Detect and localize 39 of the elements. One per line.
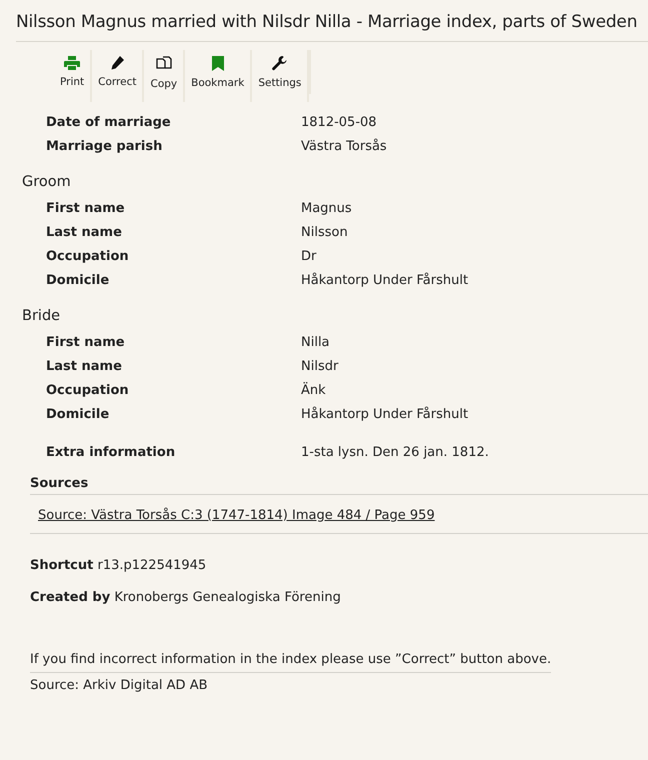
- field-label: Domicile: [46, 406, 110, 422]
- field-label: First name: [46, 200, 126, 216]
- field-label: Marriage parish: [46, 138, 164, 154]
- section-heading: Bride: [22, 308, 62, 324]
- field-label: Domicile: [46, 272, 110, 288]
- field-value: Västra Torsås: [301, 138, 388, 154]
- field-label: Extra information: [46, 444, 176, 460]
- printer-icon: [64, 56, 80, 70]
- sources-heading: Sources: [30, 476, 648, 495]
- footer-text: Source: Arkiv Digital AD AB: [30, 678, 209, 693]
- wrench-icon: [272, 56, 288, 71]
- field-value: Änk: [301, 382, 327, 398]
- field-label: First name: [46, 334, 126, 350]
- field-label: Last name: [46, 358, 123, 374]
- page-title: Nilsson Magnus married with Nilsdr Nilla - Marriage index, parts of Sweden: [16, 0, 648, 42]
- field-value: Håkantorp Under Fårshult: [301, 406, 470, 422]
- field-label: Occupation: [46, 382, 130, 398]
- bookmark-button[interactable]: Bookmark: [185, 50, 252, 102]
- field-value: Dr: [301, 248, 318, 264]
- field-value: 1812-05-08: [301, 114, 378, 130]
- shortcut-text: Shortcut r13.p122541945: [30, 558, 208, 573]
- print-button[interactable]: Print: [54, 50, 92, 102]
- section-heading: Groom: [22, 174, 72, 190]
- field-label: Occupation: [46, 248, 130, 264]
- field-value: Magnus: [301, 200, 353, 216]
- field-value: Håkantorp Under Fårshult: [301, 272, 470, 288]
- field-value: 1-sta lysn. Den 26 jan. 1812.: [301, 444, 490, 460]
- source-link[interactable]: Source: Västra Torsås C:3 (1747-1814) Image 484 / Page 959: [38, 508, 435, 523]
- bookmark-icon: [212, 56, 224, 71]
- field-value: Nilsdr: [301, 358, 340, 374]
- pencil-icon: [110, 56, 124, 70]
- notice-text: If you find incorrect information in the index please use ”Correct” button above.: [30, 652, 552, 673]
- created-by-text: Created by Kronobergs Genealogiska Förening: [30, 590, 342, 605]
- field-label: Date of marriage: [46, 114, 172, 130]
- field-value: Nilla: [301, 334, 331, 350]
- edit-button[interactable]: Correct: [92, 50, 144, 102]
- copy-button[interactable]: Copy: [144, 50, 186, 102]
- field-label: Last name: [46, 224, 123, 240]
- field-value: Nilsson: [301, 224, 349, 240]
